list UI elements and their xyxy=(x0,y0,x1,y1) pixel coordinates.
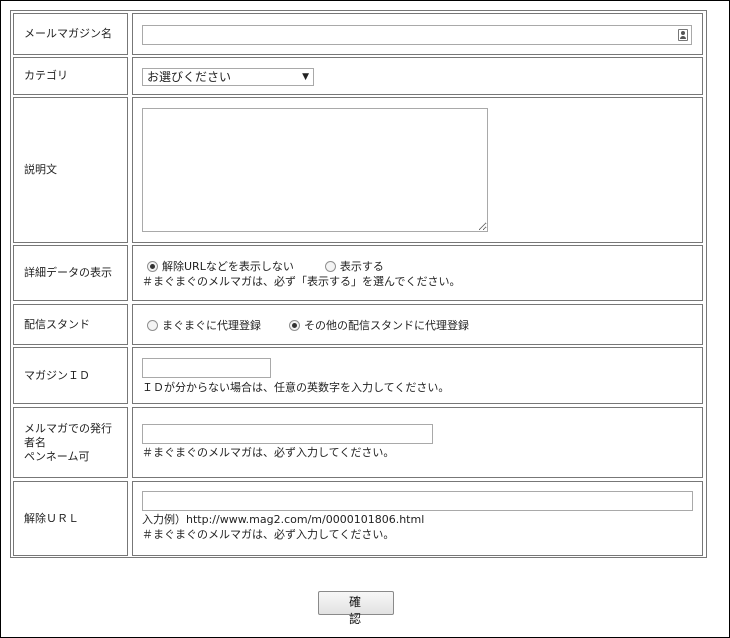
magazine-id-cell: ＩＤが分からない場合は、任意の英数字を入力してください。 xyxy=(132,347,703,404)
publisher-label: メルマガでの発行 者名 ペンネーム可 xyxy=(13,407,128,478)
delivery-stand-cell: まぐまぐに代理登録 その他の配信スタンドに代理登録 xyxy=(132,304,703,345)
radio-unselected-icon[interactable] xyxy=(147,319,158,331)
publisher-note: ＃まぐまぐのメルマガは、必ず入力してください。 xyxy=(142,446,395,459)
delivery-stand-option-other[interactable]: その他の配信スタンドに代理登録 xyxy=(289,317,469,333)
detail-display-option-hide[interactable]: 解除URLなどを表示しない xyxy=(147,258,294,274)
unsubscribe-url-input[interactable] xyxy=(142,491,693,511)
confirm-button[interactable]: 確 認 xyxy=(318,591,394,626)
detail-display-radio-group: 解除URLなどを表示しない 表示する xyxy=(147,258,384,274)
radio-selected-icon[interactable] xyxy=(147,260,158,272)
magazine-id-input[interactable] xyxy=(142,358,271,378)
description-textarea[interactable] xyxy=(142,108,488,232)
radio-unselected-icon[interactable] xyxy=(324,260,336,272)
row-detail-display: 詳細データの表示 解除URLなどを表示しない 表示する ＃まぐまぐのメルマガは、… xyxy=(11,245,706,301)
description-cell xyxy=(132,97,703,243)
publisher-cell: ＃まぐまぐのメルマガは、必ず入力してください。 xyxy=(132,407,703,478)
row-unsubscribe-url: 解除ＵＲＬ 入力例）http://www.mag2.com/m/00001018… xyxy=(11,481,706,556)
magazine-id-label: マガジンＩＤ xyxy=(13,347,128,404)
row-magazine-id: マガジンＩＤ ＩＤが分からない場合は、任意の英数字を入力してください。 xyxy=(11,347,706,404)
publisher-input[interactable] xyxy=(142,424,433,444)
unsubscribe-url-example: 入力例）http://www.mag2.com/m/0000101806.htm… xyxy=(142,513,425,526)
description-label: 説明文 xyxy=(13,97,128,243)
unsubscribe-url-label: 解除ＵＲＬ xyxy=(13,481,128,556)
row-delivery-stand: 配信スタンド まぐまぐに代理登録 その他の配信スタンドに代理登録 xyxy=(11,304,706,345)
person-card-icon[interactable] xyxy=(678,29,688,41)
magazine-name-input[interactable] xyxy=(142,25,692,45)
publisher-label-line-3: ペンネーム可 xyxy=(24,449,90,463)
delivery-stand-option-other-label: その他の配信スタンドに代理登録 xyxy=(304,319,469,332)
unsubscribe-url-note: ＃まぐまぐのメルマガは、必ず入力してください。 xyxy=(142,528,395,541)
category-cell: お選びください ▼ xyxy=(132,57,703,95)
triangle-down-icon: ▼ xyxy=(302,72,309,82)
magazine-name-label: メールマガジン名 xyxy=(13,13,128,55)
detail-display-option-hide-label: 解除URLなどを表示しない xyxy=(162,260,294,273)
publisher-label-line-2: 者名 xyxy=(24,435,46,449)
detail-display-option-show[interactable]: 表示する xyxy=(324,258,384,274)
row-publisher: メルマガでの発行 者名 ペンネーム可 ＃まぐまぐのメルマガは、必ず入力してくださ… xyxy=(11,407,706,478)
detail-display-cell: 解除URLなどを表示しない 表示する ＃まぐまぐのメルマガは、必ず「表示する」を… xyxy=(132,245,703,301)
registration-form: メールマガジン名 カテゴリ お選びください ▼ 説明文 詳細データの表示 解除U… xyxy=(10,10,707,558)
magazine-name-cell xyxy=(132,13,703,55)
unsubscribe-url-cell: 入力例）http://www.mag2.com/m/0000101806.htm… xyxy=(132,481,703,556)
detail-display-option-show-label: 表示する xyxy=(339,260,384,273)
category-label: カテゴリ xyxy=(13,57,128,95)
row-description: 説明文 xyxy=(11,97,706,243)
category-selected-value: お選びください xyxy=(147,70,232,84)
magazine-id-note: ＩＤが分からない場合は、任意の英数字を入力してください。 xyxy=(142,381,450,394)
detail-display-label: 詳細データの表示 xyxy=(13,245,128,301)
delivery-stand-label: 配信スタンド xyxy=(13,304,128,345)
row-category: カテゴリ お選びください ▼ xyxy=(11,57,706,95)
category-select[interactable]: お選びください ▼ xyxy=(142,68,314,86)
row-magazine-name: メールマガジン名 xyxy=(11,13,706,55)
radio-selected-icon[interactable] xyxy=(289,319,300,331)
publisher-label-line-1: メルマガでの発行 xyxy=(24,421,112,435)
detail-display-note: ＃まぐまぐのメルマガは、必ず「表示する」を選んでください。 xyxy=(142,275,461,288)
delivery-stand-option-mag2[interactable]: まぐまぐに代理登録 xyxy=(147,317,261,333)
delivery-stand-option-mag2-label: まぐまぐに代理登録 xyxy=(162,319,261,332)
delivery-stand-radio-group: まぐまぐに代理登録 その他の配信スタンドに代理登録 xyxy=(147,317,469,333)
